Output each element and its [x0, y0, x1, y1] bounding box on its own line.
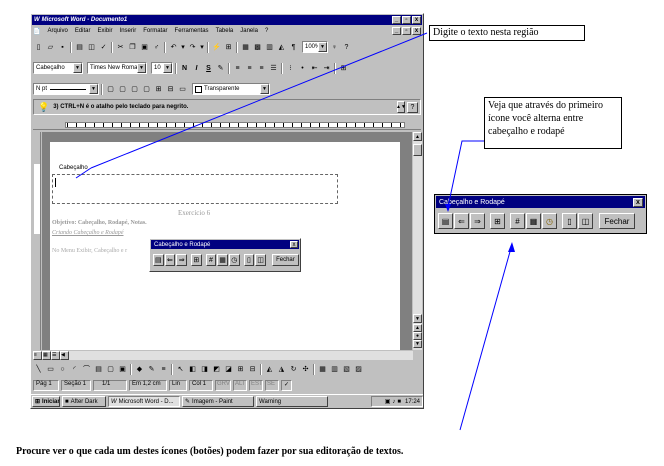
arrow-type-here-tail [75, 167, 92, 179]
arrow-bottom [459, 247, 512, 431]
annotation-arrows [75, 32, 515, 431]
arrow-bottom-head [508, 242, 515, 252]
arrow-toggle-head [445, 204, 451, 212]
arrow-type-here [90, 32, 428, 169]
arrow-toggle [447, 140, 484, 208]
